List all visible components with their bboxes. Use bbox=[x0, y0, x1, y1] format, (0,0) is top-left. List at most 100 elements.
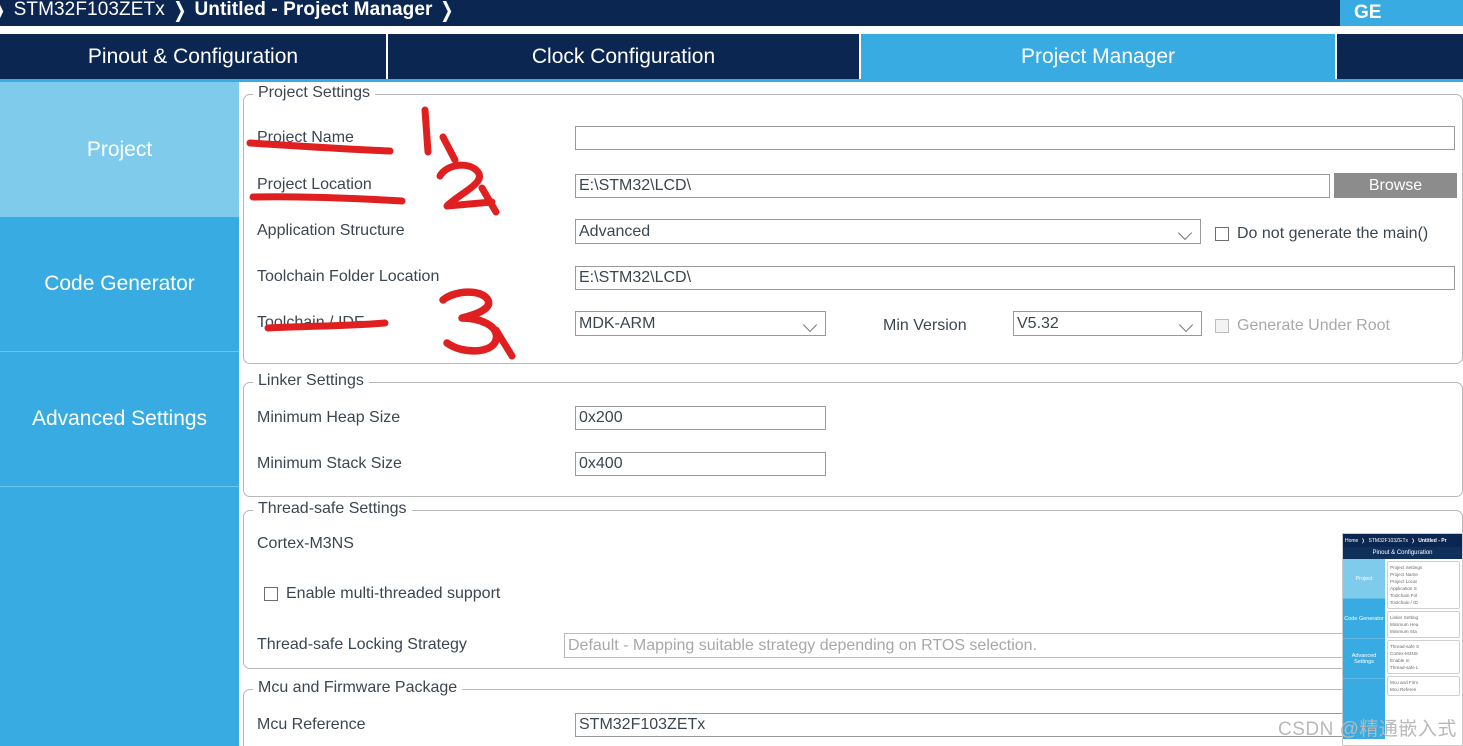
project-manager-sidebar: Project Code Generator Advanced Settings bbox=[0, 82, 239, 746]
chevron-right-icon: ❯ bbox=[173, 0, 187, 22]
row-project-name: Project Name bbox=[257, 129, 354, 147]
browse-button[interactable]: Browse bbox=[1334, 173, 1457, 198]
main-tab-bar: Pinout & Configuration Clock Configurati… bbox=[0, 34, 1463, 79]
project-location-label: Project Location bbox=[257, 176, 372, 193]
generate-under-root-label: Generate Under Root bbox=[1237, 317, 1390, 334]
generate-under-root-checkbox[interactable]: Generate Under Root bbox=[1215, 317, 1390, 335]
mcu-firmware-package-legend: Mcu and Firmware Package bbox=[253, 679, 463, 697]
thumbnail-breadcrumb: Home ❯ STM32F103ZETx ❯ Untitled - Pr bbox=[1343, 534, 1462, 547]
row-minimum-stack-size: Minimum Stack Size bbox=[257, 455, 402, 473]
minimum-stack-size-input[interactable]: 0x400 bbox=[575, 452, 826, 476]
thumbnail-breadcrumb-home: Home bbox=[1345, 537, 1359, 544]
application-structure-select[interactable]: Advanced bbox=[575, 219, 1201, 244]
min-version-select[interactable]: V5.32 bbox=[1013, 311, 1202, 336]
min-version-value: V5.32 bbox=[1017, 314, 1059, 332]
thumbnail-label: Toolchain / ID bbox=[1390, 600, 1418, 605]
csdn-watermark: CSDN @精通嵌入式 bbox=[1278, 719, 1457, 740]
project-location-input[interactable]: E:\STM32\LCD\ bbox=[575, 174, 1330, 198]
checkbox-box bbox=[1215, 319, 1229, 333]
locking-strategy-label: Thread-safe Locking Strategy bbox=[257, 636, 467, 653]
project-name-input[interactable] bbox=[575, 126, 1455, 150]
row-minimum-heap-size: Minimum Heap Size bbox=[257, 409, 400, 427]
chevron-right-icon: ❯ bbox=[440, 0, 454, 22]
project-manager-content: Project Settings Project Name Project Lo… bbox=[239, 82, 1463, 746]
tab-clock-configuration[interactable]: Clock Configuration bbox=[388, 34, 861, 79]
row-project-location: Project Location bbox=[257, 176, 372, 194]
thumbnail-sidebar-item: Advanced Settings bbox=[1343, 639, 1385, 679]
application-structure-value: Advanced bbox=[579, 222, 651, 240]
thumbnail-label: Thread-safe L bbox=[1390, 665, 1419, 670]
thumbnail-label: Project Name bbox=[1390, 572, 1418, 577]
thumbnail-label: Minimum Hea bbox=[1390, 622, 1419, 627]
linker-settings-legend: Linker Settings bbox=[253, 372, 369, 390]
tab-pinout-configuration[interactable]: Pinout & Configuration bbox=[0, 34, 388, 79]
thumbnail-label: Linker Setting bbox=[1390, 615, 1419, 620]
chevron-right-icon: ❯ bbox=[1361, 537, 1365, 544]
minimum-heap-size-input[interactable]: 0x200 bbox=[575, 406, 826, 430]
minimum-stack-size-label: Minimum Stack Size bbox=[257, 455, 402, 472]
generate-code-button[interactable]: GE bbox=[1340, 0, 1463, 26]
toolchain-ide-value: MDK-ARM bbox=[579, 314, 656, 332]
breadcrumb-item-mcu[interactable]: STM32F103ZETx bbox=[14, 0, 165, 21]
locking-strategy-value: Default - Mapping suitable strategy depe… bbox=[568, 636, 1038, 654]
do-not-generate-main-checkbox[interactable]: Do not generate the main() bbox=[1215, 225, 1428, 243]
enable-multithread-checkbox[interactable]: Enable multi-threaded support bbox=[264, 585, 500, 603]
thumbnail-label: Mcu Referen bbox=[1390, 687, 1417, 692]
thumbnail-label: Toolchain Fol bbox=[1390, 593, 1418, 598]
chevron-down-icon bbox=[1180, 317, 1194, 331]
application-structure-label: Application Structure bbox=[257, 222, 405, 239]
thumbnail-sidebar-item: Project bbox=[1343, 559, 1385, 599]
checkbox-box bbox=[264, 587, 278, 601]
project-settings-legend: Project Settings bbox=[253, 84, 376, 102]
locking-strategy-select[interactable]: Default - Mapping suitable strategy depe… bbox=[564, 633, 1463, 658]
thumbnail-label: Enable m bbox=[1390, 658, 1410, 663]
thumbnail-main: Project Settings Project Name Project Lo… bbox=[1385, 559, 1462, 739]
thumbnail-label: Cortex-M3NS bbox=[1390, 651, 1418, 656]
minimum-heap-size-label: Minimum Heap Size bbox=[257, 409, 401, 426]
sidebar-item-project[interactable]: Project bbox=[0, 82, 239, 217]
header-divider bbox=[0, 26, 1463, 34]
thumbnail-label: Project Locat bbox=[1390, 579, 1417, 584]
linker-settings-group: Linker Settings Minimum Heap Size 0x200 … bbox=[243, 372, 1463, 497]
thumbnail-sidebar-item: Code Generator bbox=[1343, 599, 1385, 639]
project-settings-group: Project Settings Project Name Project Lo… bbox=[243, 84, 1463, 364]
chevron-right-icon: ❯ bbox=[0, 0, 5, 21]
thumbnail-group: Thread-safe S Cortex-M3NS Enable m Threa… bbox=[1387, 640, 1460, 674]
sidebar-item-advanced-settings[interactable]: Advanced Settings bbox=[0, 352, 239, 487]
row-toolchain-folder-location: Toolchain Folder Location bbox=[257, 268, 439, 286]
toolchain-folder-location-input[interactable]: E:\STM32\LCD\ bbox=[575, 266, 1455, 290]
thumbnail-group: Mcu and Firm Mcu Referen bbox=[1387, 676, 1460, 696]
breadcrumb-item-current[interactable]: Untitled - Project Manager bbox=[194, 0, 432, 21]
enable-multithread-label: Enable multi-threaded support bbox=[286, 585, 501, 602]
thumbnail-group: Project Settings Project Name Project Lo… bbox=[1387, 561, 1460, 609]
do-not-generate-main-label: Do not generate the main() bbox=[1237, 225, 1429, 242]
mcu-reference-label: Mcu Reference bbox=[257, 716, 366, 733]
thumbnail-group: Linker Setting Minimum Hea Minimum Sta bbox=[1387, 611, 1460, 638]
project-name-label: Project Name bbox=[257, 129, 354, 146]
toolchain-folder-location-label: Toolchain Folder Location bbox=[257, 268, 440, 285]
cortex-core-label: Cortex-M3NS bbox=[257, 535, 354, 552]
thumbnail-label: Mcu and Firm bbox=[1390, 680, 1419, 685]
thumbnail-breadcrumb-current: Untitled - Pr bbox=[1418, 537, 1447, 544]
breadcrumb-bar: ❯ STM32F103ZETx ❯ Untitled - Project Man… bbox=[0, 0, 1463, 26]
thread-safe-settings-group: Thread-safe Settings Cortex-M3NS Enable … bbox=[243, 500, 1463, 669]
row-application-structure: Application Structure bbox=[257, 222, 405, 240]
thumbnail-tab-label: Pinout & Configuration bbox=[1343, 547, 1462, 559]
tab-tools[interactable] bbox=[1337, 34, 1461, 79]
breadcrumb: ❯ STM32F103ZETx ❯ Untitled - Project Man… bbox=[0, 0, 462, 26]
thumbnail-label: Thread-safe S bbox=[1390, 644, 1420, 649]
stm32cubemx-window: ❯ STM32F103ZETx ❯ Untitled - Project Man… bbox=[0, 0, 1463, 746]
toolchain-ide-select[interactable]: MDK-ARM bbox=[575, 311, 826, 336]
thread-safe-settings-legend: Thread-safe Settings bbox=[253, 500, 412, 518]
sidebar-item-code-generator[interactable]: Code Generator bbox=[0, 217, 239, 352]
thumbnail-sidebar: Project Code Generator Advanced Settings bbox=[1343, 559, 1385, 739]
min-version-label: Min Version bbox=[883, 317, 967, 334]
thumbnail-label: Minimum Sta bbox=[1390, 629, 1417, 634]
chevron-down-icon bbox=[1179, 225, 1193, 239]
chevron-down-icon bbox=[804, 317, 818, 331]
thumbnail-label: Application S bbox=[1390, 586, 1417, 591]
thumbnail-label: Project Settings bbox=[1390, 565, 1423, 570]
thumbnail-body: Project Code Generator Advanced Settings… bbox=[1343, 559, 1462, 739]
tab-project-manager[interactable]: Project Manager bbox=[861, 34, 1337, 79]
toolchain-ide-label: Toolchain / IDE bbox=[257, 314, 365, 331]
